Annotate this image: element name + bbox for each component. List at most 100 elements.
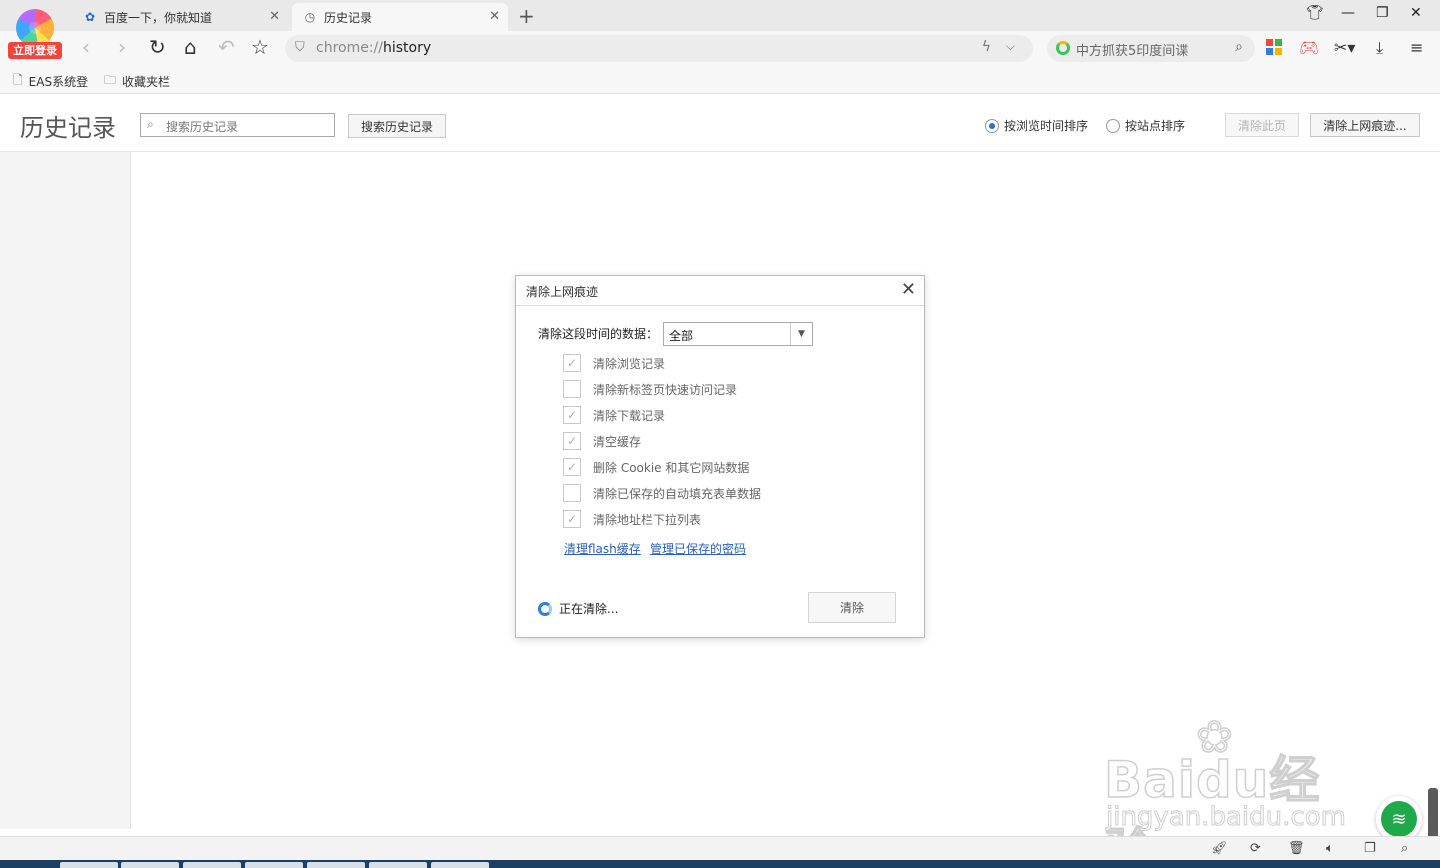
chevron-down-icon[interactable]: ⌵: [1006, 39, 1015, 54]
taskbar-item[interactable]: [431, 862, 489, 868]
search-placeholder: 搜索历史记录: [166, 120, 239, 134]
checkbox-checked[interactable]: ✓: [563, 406, 581, 424]
dialog-titlebar: 清除上网痕迹 ✕: [516, 276, 924, 306]
restore-icon[interactable]: ❐: [1376, 5, 1389, 21]
option-browsing-history[interactable]: ✓ 清除浏览记录: [563, 354, 665, 372]
bookmark-item[interactable]: 🗋 EAS系统登: [13, 71, 88, 92]
option-address-bar-list[interactable]: ✓ 清除地址栏下拉列表: [563, 510, 701, 528]
close-icon[interactable]: ✕: [901, 279, 916, 300]
wifi-icon: ≋: [1381, 801, 1417, 837]
rocket-icon[interactable]: 🚀︎: [1211, 841, 1228, 856]
taskbar-item[interactable]: [183, 862, 241, 868]
login-badge[interactable]: 立即登录: [8, 42, 62, 59]
search-history-button[interactable]: 搜索历史记录: [348, 114, 446, 138]
clear-traces-button[interactable]: 清除上网痕迹...: [1310, 113, 1420, 137]
tab-bar: 立即登录 ✿ 百度一下，你就知道 ✕ ◷ 历史记录 ✕ + 👕︎ — ❐ ✕: [0, 0, 1440, 59]
option-label: 清除地址栏下拉列表: [593, 512, 702, 527]
clear-flash-cache-link[interactable]: 清理flash缓存: [564, 540, 641, 557]
history-search-input[interactable]: ⌕ 搜索历史记录: [140, 113, 335, 137]
reload-icon[interactable]: ↻: [149, 36, 166, 58]
tab-baidu[interactable]: ✿ 百度一下，你就知道 ✕: [72, 3, 288, 31]
search-hot-text[interactable]: 中方抓获5印度间谍: [1076, 40, 1188, 59]
apps-grid-icon[interactable]: [1266, 39, 1282, 59]
minimize-icon[interactable]: —: [1341, 5, 1355, 21]
checkbox-checked[interactable]: ✓: [563, 354, 581, 372]
taskbar-item[interactable]: [60, 862, 118, 868]
toolbar: ‹ › ↻ ⌂ ↶ ☆ ⛉ chrome://history ϟ ⌵ 中方抓获5…: [0, 31, 1440, 65]
baidu-paw-icon: ✿: [84, 10, 96, 24]
search-icon: ⌕: [147, 117, 154, 131]
search-icon[interactable]: ⌕: [1235, 39, 1243, 55]
download-icon[interactable]: ⤓: [1376, 38, 1383, 58]
zoom-icon[interactable]: ⌕: [1401, 841, 1408, 856]
search-box[interactable]: 中方抓获5印度间谍 ⌕: [1047, 35, 1255, 62]
option-download-history[interactable]: ✓ 清除下载记录: [563, 406, 665, 424]
browser-logo[interactable]: 立即登录: [8, 6, 62, 62]
bookmarks-bar: 🗋 EAS系统登 🗀 收藏夹栏: [0, 65, 1440, 94]
time-range-value: 全部: [669, 329, 694, 343]
history-sidebar: [0, 152, 131, 829]
volume-icon[interactable]: 🔈︎: [1326, 841, 1334, 856]
page-title: 历史记录: [20, 114, 116, 142]
shield-icon: ⛉: [295, 40, 305, 55]
time-range-label: 清除这段时间的数据：: [538, 327, 659, 341]
taskbar-item[interactable]: [369, 862, 427, 868]
window-icon[interactable]: ❐: [1364, 841, 1376, 856]
accelerate-icon[interactable]: ⟳: [1250, 841, 1261, 856]
option-cookies[interactable]: ✓ 删除 Cookie 和其它网站数据: [563, 458, 749, 476]
menu-icon[interactable]: ≡: [1410, 38, 1423, 57]
sort-by-site-radio[interactable]: 按站点排序: [1106, 117, 1185, 134]
undo-close-icon[interactable]: ↶: [218, 36, 235, 58]
option-newtab-history[interactable]: 清除新标签页快速访问记录: [563, 380, 737, 398]
side-handle[interactable]: [1428, 788, 1438, 838]
dialog-title: 清除上网痕迹: [526, 285, 599, 299]
trash-icon[interactable]: 🗑︎: [1288, 841, 1305, 856]
close-tab-icon[interactable]: ✕: [269, 9, 280, 24]
address-url[interactable]: chrome://history: [316, 40, 431, 56]
checkbox-unchecked[interactable]: [563, 380, 581, 398]
forward-icon[interactable]: ›: [118, 36, 126, 58]
address-bar[interactable]: ⛉ chrome://history ϟ ⌵: [285, 35, 1033, 62]
radio-unselected: [1106, 118, 1120, 133]
checkbox-checked[interactable]: ✓: [563, 458, 581, 476]
page-icon: 🗋: [13, 73, 23, 87]
option-label: 删除 Cookie 和其它网站数据: [593, 460, 750, 475]
tab-label: 历史记录: [324, 10, 373, 25]
tab-label: 百度一下，你就知道: [104, 10, 213, 25]
dropdown-arrow-icon[interactable]: ▼: [790, 323, 812, 345]
tab-history[interactable]: ◷ 历史记录 ✕: [292, 3, 508, 31]
checkbox-checked[interactable]: ✓: [563, 510, 581, 528]
checkbox-checked[interactable]: ✓: [563, 432, 581, 450]
new-tab-button[interactable]: +: [518, 4, 535, 28]
bookmark-label: 收藏夹栏: [122, 75, 171, 89]
taskbar-item[interactable]: [121, 862, 179, 868]
clear-button[interactable]: 清除: [808, 592, 896, 623]
lightning-icon[interactable]: ϟ: [982, 39, 991, 55]
bookmark-label: EAS系统登: [28, 75, 89, 89]
game-icon[interactable]: 🎮︎: [1299, 38, 1319, 57]
status-text: 正在清除...: [559, 602, 619, 616]
time-range-select[interactable]: 全部 ▼: [663, 322, 813, 346]
option-label: 清除新标签页快速访问记录: [593, 382, 738, 397]
scissors-icon[interactable]: ✂▾: [1334, 38, 1355, 57]
sort-by-time-radio[interactable]: 按浏览时间排序: [985, 117, 1088, 134]
browser-status-bar: 🚀︎ ⟳ 🗑︎ 🔈︎ ❐ ⌕: [0, 836, 1440, 860]
home-icon[interactable]: ⌂: [184, 36, 197, 58]
skin-icon[interactable]: 👕︎: [1306, 5, 1324, 21]
back-icon[interactable]: ‹: [82, 36, 90, 58]
close-window-icon[interactable]: ✕: [1410, 5, 1422, 21]
option-autofill[interactable]: 清除已保存的自动填充表单数据: [563, 484, 761, 502]
clear-page-button[interactable]: 清除此页: [1225, 113, 1299, 137]
bookmark-folder[interactable]: 🗀 收藏夹栏: [104, 71, 170, 92]
option-cache[interactable]: ✓ 清空缓存: [563, 432, 641, 450]
checkbox-unchecked[interactable]: [563, 484, 581, 502]
taskbar-item[interactable]: [245, 862, 303, 868]
clear-data-dialog: 清除上网痕迹 ✕ 清除这段时间的数据： 全部 ▼ ✓ 清除浏览记录 清除新标签页…: [515, 275, 925, 638]
bookmark-star-icon[interactable]: ☆: [251, 36, 269, 58]
manage-passwords-link[interactable]: 管理已保存的密码: [650, 540, 746, 557]
clock-icon: ◷: [304, 10, 316, 24]
taskbar-item[interactable]: [307, 862, 365, 868]
close-tab-icon[interactable]: ✕: [489, 9, 500, 24]
radio-selected: [985, 118, 999, 133]
history-header: 历史记录 ⌕ 搜索历史记录 搜索历史记录 按浏览时间排序 按站点排序 清除此页 …: [0, 95, 1440, 152]
